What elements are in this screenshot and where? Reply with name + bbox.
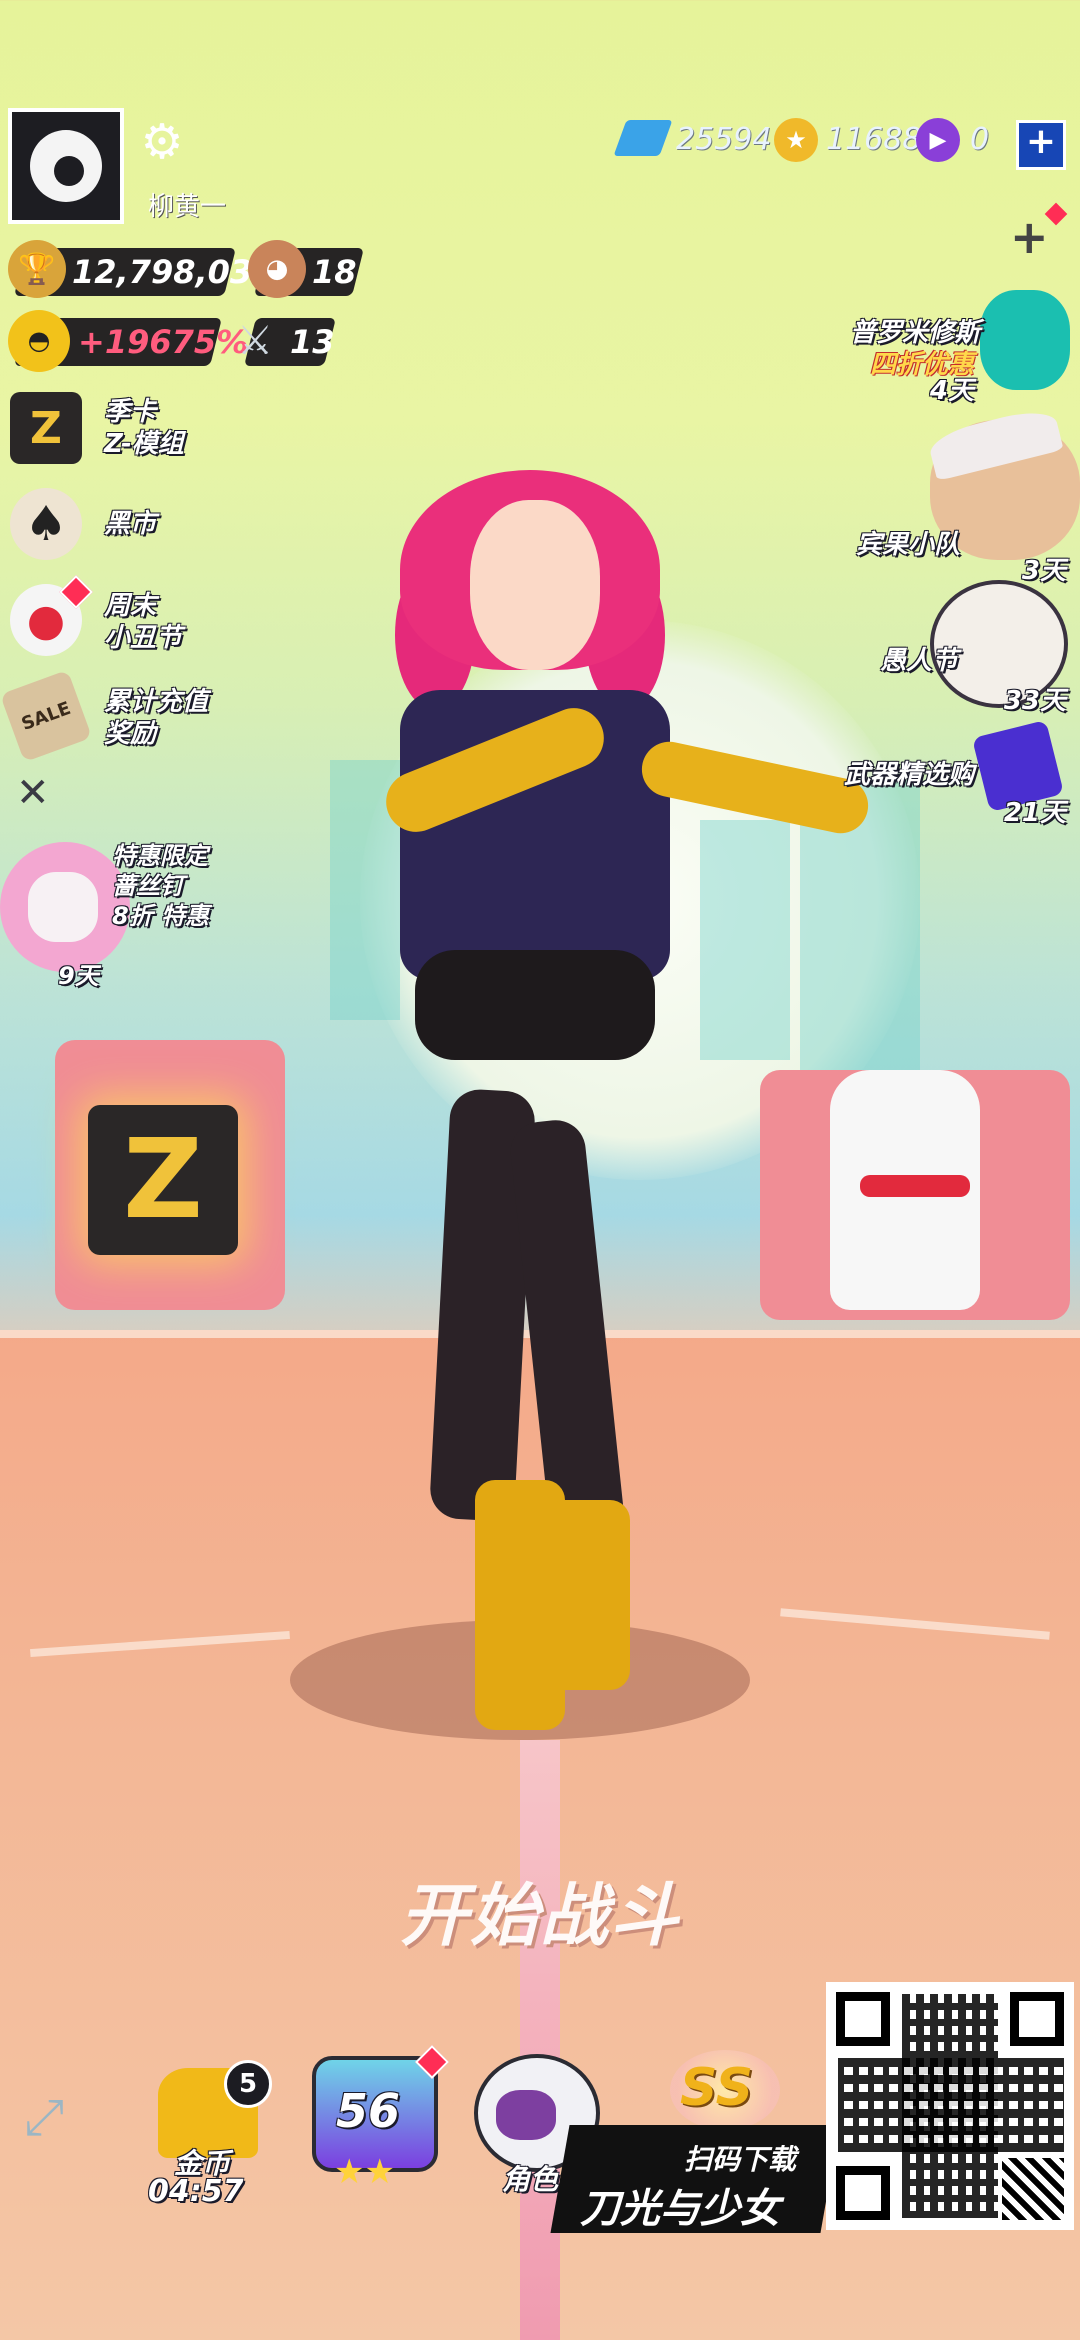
building-silhouette [700,820,790,1060]
character-face [470,500,600,670]
game-title-label: 刀光与少女 [580,2186,780,2232]
pet-scarf [860,1175,970,1197]
gem-icon [613,120,673,156]
level-button[interactable]: 56 ★★ [306,2045,449,2192]
sale-tag-icon: SALE [0,669,93,763]
cyber-helmet-icon [980,290,1070,390]
menu-recharge-reward[interactable]: SALE 累计充值 奖励 [0,669,240,763]
character-shorts [415,950,655,1060]
level-number: 56 [336,2084,401,2138]
promo-weapon-select[interactable]: 武器精选购 21天 [780,719,1080,830]
start-battle-button[interactable]: 开始战斗 [360,1860,720,1959]
gold-badge: 5 [224,2060,272,2108]
promo-title: 宾果小队 [855,530,960,560]
player-name: 柳黄一 [148,192,227,222]
star-rating-icon: ★★ [334,2152,395,2192]
floor-stripe [520,1740,560,2340]
spade-ace-icon: ♠ [10,488,82,560]
rank-text: SS [680,2058,754,2118]
bear-count: 18 [312,253,357,291]
gold-timer: 04:57 [148,2174,244,2209]
rank-badge[interactable]: SS [670,2050,780,2130]
season-card-icon: Z [10,392,82,464]
promo-april-fools[interactable]: 愚人节 33天 [780,570,1080,720]
bonus-value: +19675% [78,323,249,361]
promo-days: 21天 [1003,798,1066,828]
promo-days: 33天 [1003,686,1066,716]
mask-face [28,872,98,942]
promo-days: 9天 [58,962,99,990]
promo-limited-offer[interactable]: 特惠限定 蔷丝钉 8折 特惠 9天 [0,832,240,992]
panda-mask-eye [54,156,84,186]
menu-season-card[interactable]: Z 季卡 Z-模组 [10,392,240,472]
add-currency-button[interactable]: + [1016,120,1066,170]
expand-plus-icon[interactable]: + [1010,210,1049,264]
menu-label: 累计充值 [104,687,209,717]
promo-title: 愚人节 [879,646,958,676]
trophy-value: 12,798,036 [72,253,275,291]
menu-label: 小丑节 [104,623,183,653]
bear-icon: ◕ [248,240,306,298]
mask-eye [496,2090,556,2140]
sunglasses-face-icon: ◓ [8,310,70,372]
qr-code[interactable] [826,1982,1074,2230]
qr-finder [836,2166,890,2220]
promo-line: 8折 特惠 [112,902,210,930]
menu-label: 季卡 [104,397,157,427]
expand-icon[interactable]: ⤢ [24,2088,64,2147]
gem-count: 25594 [676,122,772,157]
menu-label: 奖励 [104,719,157,749]
player-avatar[interactable] [8,108,124,224]
gear-icon[interactable]: ⚙ [136,116,188,168]
character-boot [545,1500,630,1690]
menu-black-market[interactable]: ♠ 黑市 [10,488,240,568]
menu-clown-festival[interactable]: ● 周末 小丑节 [10,575,240,664]
sword-count: 13 [290,323,335,361]
z-logo: Z [123,1115,203,1243]
close-icon[interactable]: ✕ [16,770,50,816]
crystal-icon: ▶ [916,118,960,162]
trophy-icon: 🏆 [8,240,66,298]
qr-finder [1010,1992,1064,2046]
z-module-box[interactable]: Z [88,1105,238,1255]
qr-pattern [1002,2158,1064,2220]
menu-label: Z-模组 [104,429,184,459]
qr-pattern [838,2058,1064,2152]
menu-label: 周末 [104,591,157,621]
scan-download-label: 扫码下载 [684,2143,797,2176]
coin-icon: ★ [774,118,818,162]
menu-label: 黑市 [104,509,157,539]
character-label: 角色 [502,2163,559,2196]
sword-icon: ⚔ [237,318,273,364]
promo-days: 4天 [929,376,974,406]
qr-finder [836,1992,890,2046]
crystal-count: 0 [970,122,990,157]
promo-bingo-squad[interactable]: 宾果小队 3天 [780,404,1080,586]
gold-reward-button[interactable]: 5 金币 04:57 [140,2060,280,2210]
promo-title: 武器精选购 [843,760,974,790]
promo-prometheus[interactable]: 普罗米修斯 四折优惠 4天 [780,290,1080,410]
